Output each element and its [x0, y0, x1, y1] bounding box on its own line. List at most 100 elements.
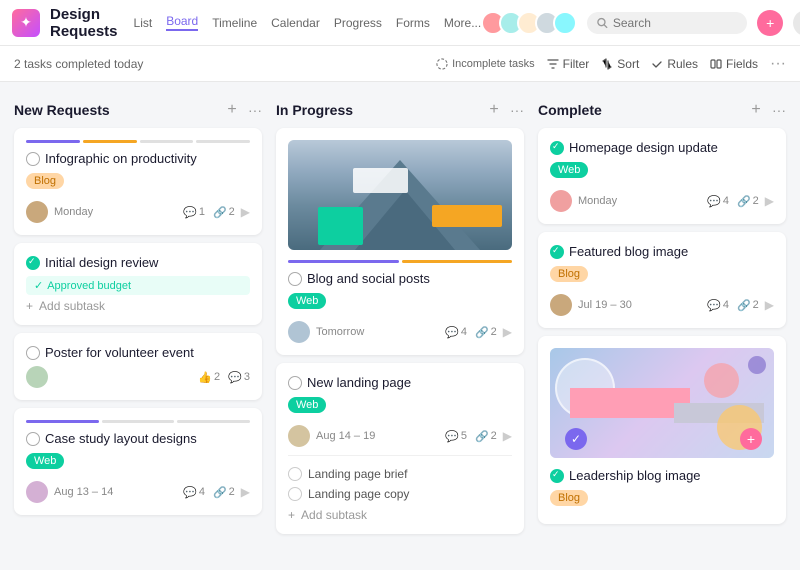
comment-count: 💬 4 [707, 195, 729, 208]
card-meta: 💬 5 🔗 2 [445, 430, 497, 443]
card-footer: Aug 14 – 19 💬 5 🔗 2 ▶ [288, 425, 512, 447]
app-icon [12, 9, 40, 37]
tag-web[interactable]: Web [550, 162, 588, 178]
add-subtask-button[interactable]: + Add subtask [26, 295, 250, 313]
card-meta: 💬 1 🔗 2 [183, 206, 235, 219]
card-featured-blog: Featured blog image Blog Jul 19 – 30 💬 4… [538, 232, 786, 328]
rules-button[interactable]: Rules [651, 57, 698, 71]
fields-icon [710, 58, 722, 70]
column-more-button[interactable]: ··· [248, 102, 262, 118]
nav-board[interactable]: Board [166, 14, 198, 31]
column-more-button[interactable]: ··· [510, 102, 524, 118]
card-footer: Jul 19 – 30 💬 4 🔗 2 ▶ [550, 294, 774, 316]
nav-forms[interactable]: Forms [396, 16, 430, 30]
purple-circle [748, 356, 766, 374]
help-button[interactable]: ? [793, 10, 800, 36]
card-avatar [26, 481, 48, 503]
card-avatar [26, 201, 48, 223]
tag-web[interactable]: Web [26, 453, 64, 469]
comment-count: 💬 4 [707, 299, 729, 312]
card-footer: Tomorrow 💬 4 🔗 2 ▶ [288, 321, 512, 343]
like-count: 👍 2 [198, 371, 220, 384]
card-avatar [288, 425, 310, 447]
incomplete-tasks-filter[interactable]: Incomplete tasks [436, 58, 535, 70]
task-status-icon [26, 152, 40, 166]
attachment-count: 🔗 2 [213, 206, 235, 219]
card-image [288, 140, 512, 250]
image-overlay-orange [432, 205, 502, 227]
card-poster: Poster for volunteer event 👍 2 💬 3 [14, 333, 262, 400]
progress-bar-gray [196, 140, 250, 143]
column-header: In Progress + ··· [276, 96, 524, 128]
card-infographic: Infographic on productivity Blog Monday … [14, 128, 262, 235]
search-icon [597, 17, 608, 29]
comment-count: 💬 4 [445, 326, 467, 339]
comment-count: 💬 5 [445, 430, 467, 443]
task-status-icon [26, 346, 40, 360]
circle-dashed-icon [436, 58, 448, 70]
progress-bars [26, 420, 250, 423]
circle-red [704, 363, 739, 398]
fields-button[interactable]: Fields [710, 57, 758, 71]
tag-web[interactable]: Web [288, 397, 326, 413]
column-title: In Progress [276, 102, 484, 118]
progress-bar-gray [102, 420, 175, 423]
card-initial-design: Initial design review ✓ Approved budget … [14, 243, 262, 325]
progress-bar-gray [140, 140, 194, 143]
plus-circle: + [740, 428, 762, 450]
card-footer: 👍 2 💬 3 [26, 366, 250, 388]
subtask-status-icon [288, 487, 302, 501]
nav-calendar[interactable]: Calendar [271, 16, 320, 30]
card-date: Tomorrow [316, 326, 439, 338]
image-overlay-teal [318, 207, 363, 245]
topbar-right: + ? [481, 9, 800, 37]
add-subtask-button[interactable]: + Add subtask [288, 504, 512, 522]
colorful-image: ✓ + [550, 348, 774, 458]
expand-button[interactable]: ▶ [503, 429, 512, 443]
tag-blog[interactable]: Blog [26, 173, 64, 189]
nav-timeline[interactable]: Timeline [212, 16, 257, 30]
subbar-actions: Incomplete tasks Filter Sort Rules Field… [436, 56, 786, 72]
more-options-button[interactable]: ··· [770, 56, 786, 72]
sort-icon [601, 58, 613, 70]
expand-button[interactable]: ▶ [241, 485, 250, 499]
search-input[interactable] [613, 16, 737, 30]
expand-button[interactable]: ▶ [765, 298, 774, 312]
tag-blog[interactable]: Blog [550, 266, 588, 282]
filter-icon [547, 58, 559, 70]
task-status-icon [26, 432, 40, 446]
card-meta: 💬 4 🔗 2 [183, 486, 235, 499]
card-date: Jul 19 – 30 [578, 299, 701, 311]
comment-count: 💬 1 [183, 206, 205, 219]
comment-count: 💬 4 [183, 486, 205, 499]
expand-button[interactable]: ▶ [765, 194, 774, 208]
tag-web[interactable]: Web [288, 293, 326, 309]
column-add-button[interactable]: + [746, 100, 766, 120]
nav-more[interactable]: More... [444, 16, 481, 30]
column-new-requests: New Requests + ··· Infographic on produc… [14, 96, 262, 523]
attachment-count: 🔗 2 [737, 299, 759, 312]
tag-blog[interactable]: Blog [550, 490, 588, 506]
column-add-button[interactable]: + [484, 100, 504, 120]
nav-progress[interactable]: Progress [334, 16, 382, 30]
filter-button[interactable]: Filter [547, 57, 590, 71]
nav-list[interactable]: List [134, 16, 153, 30]
add-button[interactable]: + [757, 10, 783, 36]
card-landing-page: New landing page Web Aug 14 – 19 💬 5 🔗 2… [276, 363, 524, 534]
card-date: Monday [54, 206, 177, 218]
card-avatar [550, 190, 572, 212]
expand-button[interactable]: ▶ [503, 325, 512, 339]
card-title: Homepage design update [550, 140, 774, 155]
card-homepage: Homepage design update Web Monday 💬 4 🔗 … [538, 128, 786, 224]
card-footer: Monday 💬 4 🔗 2 ▶ [550, 190, 774, 212]
column-more-button[interactable]: ··· [772, 102, 786, 118]
column-title: New Requests [14, 102, 222, 118]
search-bar[interactable] [587, 12, 747, 34]
column-add-button[interactable]: + [222, 100, 242, 120]
progress-bar-purple [26, 420, 99, 423]
sort-button[interactable]: Sort [601, 57, 639, 71]
card-meta: 💬 4 🔗 2 [707, 195, 759, 208]
expand-button[interactable]: ▶ [241, 205, 250, 219]
tasks-completed-text: 2 tasks completed today [14, 57, 143, 71]
comment-count: 💬 3 [228, 371, 250, 384]
